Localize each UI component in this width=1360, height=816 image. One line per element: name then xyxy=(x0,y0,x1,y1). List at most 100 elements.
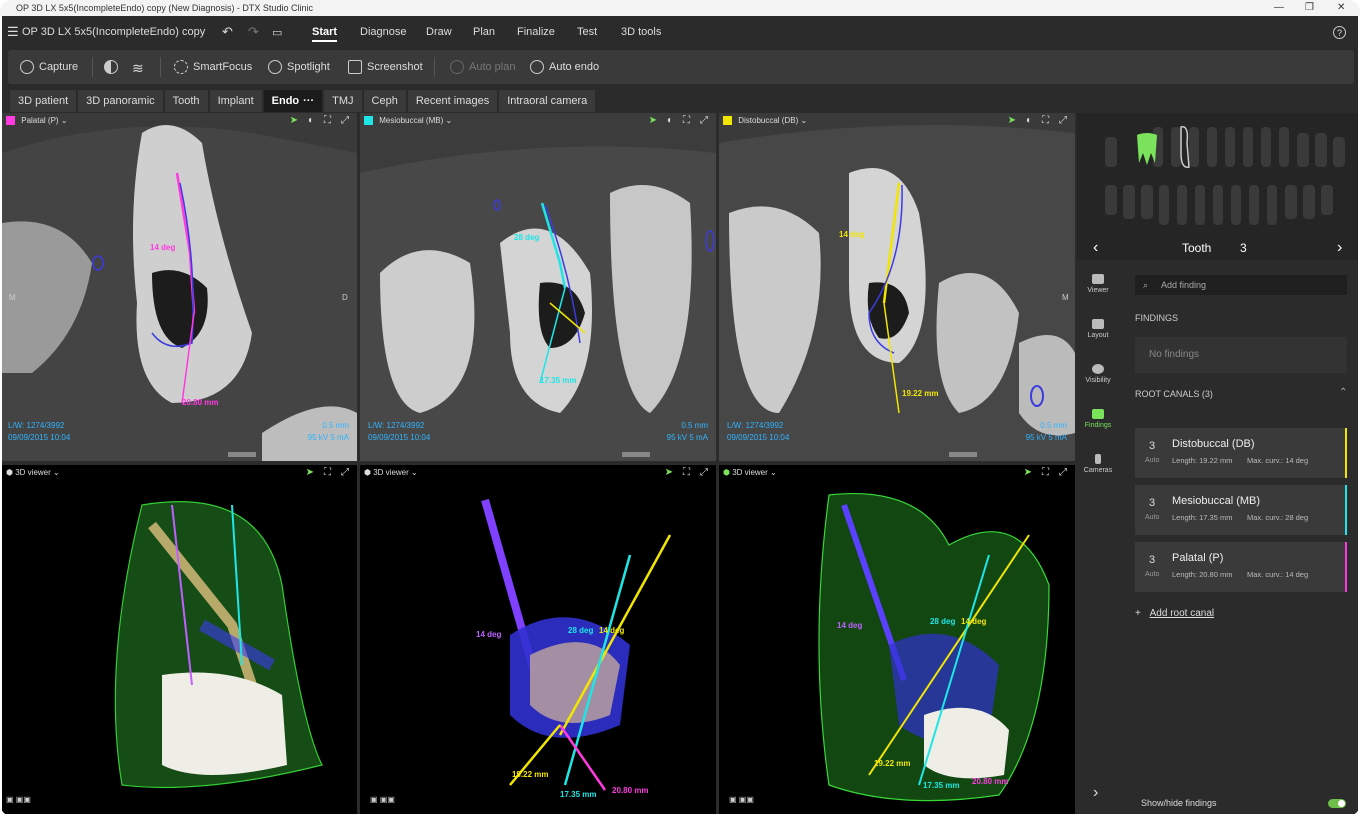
slice-viewport-palatal[interactable]: Palatal (P) ⌄ ➤ ◐ ⛶ ⤢ M D 14 deg 20.80 m… xyxy=(2,113,357,461)
auto-endo-button[interactable]: Auto endo xyxy=(530,60,599,74)
pointer-icon[interactable]: ➤ xyxy=(665,467,673,478)
undo-icon[interactable]: ↶ xyxy=(222,24,233,40)
screenshot-button[interactable]: Screenshot xyxy=(348,60,423,74)
viewer-title[interactable]: 3D viewer xyxy=(15,468,51,477)
close-icon[interactable]: ✕ xyxy=(1337,0,1345,16)
maximize-icon[interactable]: ⤢ xyxy=(1059,115,1067,126)
ct-slice-image xyxy=(360,113,716,461)
spotlight-button[interactable]: Spotlight xyxy=(268,60,330,74)
slice-viewport-mesiobuccal[interactable]: Mesiobuccal (MB) ⌄ ➤ ◐ ⛶ ⤢ 28 deg 17.35 … xyxy=(360,113,716,461)
canal-curvature: Max. curv.: 14 deg xyxy=(1247,570,1309,579)
maximize-icon[interactable]: ⤢ xyxy=(341,467,349,478)
tab-endo[interactable]: Endo xyxy=(263,90,302,112)
pointer-icon[interactable]: ➤ xyxy=(290,115,298,126)
next-tooth-icon[interactable]: › xyxy=(1337,239,1342,257)
3d-viewer-right[interactable]: ⬢ 3D viewer ⌄ ➤ ⛶ ⤢ 14 deg 28 deg 14 deg… xyxy=(719,465,1075,814)
view-orientation-icon[interactable]: ▣ ▣▣ xyxy=(6,795,31,804)
menu-draw[interactable]: Draw xyxy=(426,26,452,38)
layers-button[interactable]: ≋ xyxy=(132,60,144,77)
hamburger-menu-icon[interactable]: ☰ xyxy=(7,24,19,40)
fit-icon[interactable]: ⛶ xyxy=(1042,467,1049,478)
sidebar-item-layout[interactable]: Layout xyxy=(1077,319,1119,339)
help-icon[interactable]: ? xyxy=(1333,26,1346,39)
tooth-number: 3 xyxy=(1240,241,1247,255)
maximize-icon[interactable]: ⤢ xyxy=(700,115,708,126)
viewport-title[interactable]: Distobuccal (DB) xyxy=(738,116,798,125)
menu-plan[interactable]: Plan xyxy=(473,26,495,38)
fit-icon[interactable]: ⛶ xyxy=(324,467,331,478)
viewport-title[interactable]: Mesiobuccal (MB) xyxy=(379,116,443,125)
cube-icon: ⬢ xyxy=(364,468,371,477)
tab-ceph[interactable]: Ceph xyxy=(363,90,406,112)
menu-3d-tools[interactable]: 3D tools xyxy=(621,26,661,38)
pointer-icon[interactable]: ➤ xyxy=(306,467,314,478)
contrast-icon[interactable]: ◐ xyxy=(667,115,673,126)
viewer-title[interactable]: 3D viewer xyxy=(732,468,768,477)
expand-panel-icon[interactable]: › xyxy=(1093,784,1098,802)
3d-viewer-left[interactable]: ⬢ 3D viewer ⌄ ➤ ⛶ ⤢ ▣ ▣▣ xyxy=(2,465,357,814)
save-icon[interactable]: ▭ xyxy=(272,26,282,39)
fit-icon[interactable]: ⛶ xyxy=(683,115,690,126)
contrast-icon[interactable]: ◐ xyxy=(1026,115,1032,126)
menu-test[interactable]: Test xyxy=(577,26,597,38)
view-orientation-icon[interactable]: ▣ ▣▣ xyxy=(370,795,395,804)
sidebar-item-viewer[interactable]: Viewer xyxy=(1077,274,1119,294)
sidebar-item-findings[interactable]: Findings xyxy=(1077,409,1119,429)
root-canal-item-distobuccal[interactable]: 3 Auto Distobuccal (DB) Length: 19.22 mm… xyxy=(1135,428,1347,478)
sidebar-item-visibility[interactable]: Visibility xyxy=(1077,364,1119,384)
redo-icon[interactable]: ↷ xyxy=(248,24,259,40)
capture-button[interactable]: Capture xyxy=(20,60,78,74)
maximize-icon[interactable]: ⤢ xyxy=(341,115,349,126)
maximize-icon[interactable]: ⤢ xyxy=(700,467,708,478)
show-hide-findings-toggle[interactable] xyxy=(1328,799,1346,808)
menu-start[interactable]: Start xyxy=(312,26,338,42)
slice-scroll-thumb[interactable] xyxy=(228,452,256,457)
resolution-label: 0.5 mm xyxy=(681,421,708,430)
slice-scroll-thumb[interactable] xyxy=(622,452,650,457)
slice-scroll-thumb[interactable] xyxy=(949,452,977,457)
fit-icon[interactable]: ⛶ xyxy=(683,467,690,478)
tab-implant[interactable]: Implant xyxy=(209,90,262,112)
pointer-icon[interactable]: ➤ xyxy=(1024,467,1032,478)
tab-intraoral-camera[interactable]: Intraoral camera xyxy=(499,90,596,112)
fit-icon[interactable]: ⛶ xyxy=(324,115,331,126)
fit-icon[interactable]: ⛶ xyxy=(1042,115,1049,126)
maximize-icon[interactable]: ⤢ xyxy=(1059,467,1067,478)
root-canals-heading[interactable]: ROOT CANALS (3) xyxy=(1135,389,1213,399)
auto-plan-icon xyxy=(450,60,464,74)
canal-length: Length: 19.22 mm xyxy=(1172,456,1233,465)
minimize-icon[interactable]: — xyxy=(1274,0,1284,16)
canal-color-stripe xyxy=(1345,428,1347,478)
tab-3d-patient[interactable]: 3D patient xyxy=(10,90,77,112)
tab-recent-images[interactable]: Recent images xyxy=(407,90,498,112)
root-canal-item-mesiobuccal[interactable]: 3 Auto Mesiobuccal (MB) Length: 17.35 mm… xyxy=(1135,485,1347,535)
slice-viewport-distobuccal[interactable]: Distobuccal (DB) ⌄ ➤ ◐ ⛶ ⤢ M 14 deg 19.2… xyxy=(719,113,1075,461)
date-label: 09/09/2015 10:04 xyxy=(8,433,71,442)
viewport-title[interactable]: Palatal (P) xyxy=(21,116,58,125)
3d-render xyxy=(114,501,323,789)
viewer-title[interactable]: 3D viewer xyxy=(373,468,409,477)
pointer-icon[interactable]: ➤ xyxy=(649,115,657,126)
tab-tmj[interactable]: TMJ xyxy=(324,90,362,112)
tab-3d-panoramic[interactable]: 3D panoramic xyxy=(78,90,163,112)
menu-finalize[interactable]: Finalize xyxy=(517,26,555,38)
contrast-icon[interactable]: ◐ xyxy=(308,115,314,126)
tab-endo-more[interactable]: ··· xyxy=(301,90,323,112)
3d-viewer-middle[interactable]: ⬢ 3D viewer ⌄ ➤ ⛶ ⤢ 14 deg 28 deg 14 deg… xyxy=(360,465,716,814)
restore-icon[interactable]: ❐ xyxy=(1305,0,1314,16)
collapse-icon[interactable]: ⌃ xyxy=(1339,387,1347,398)
tab-tooth[interactable]: Tooth xyxy=(164,90,208,112)
view-orientation-icon[interactable]: ▣ ▣▣ xyxy=(729,795,754,804)
auto-plan-button[interactable]: Auto plan xyxy=(450,60,515,74)
sidebar-item-label: Visibility xyxy=(1085,377,1111,384)
root-canal-item-palatal[interactable]: 3 Auto Palatal (P) Length: 20.80 mm Max.… xyxy=(1135,542,1347,592)
sidebar-item-cameras[interactable]: Cameras xyxy=(1077,454,1119,474)
smartfocus-button[interactable]: SmartFocus xyxy=(174,60,252,74)
previous-tooth-icon[interactable]: ‹ xyxy=(1093,239,1098,257)
add-root-canal-button[interactable]: + Add root canal xyxy=(1135,608,1214,619)
menu-diagnose[interactable]: Diagnose xyxy=(360,26,406,38)
canal-curvature: Max. curv.: 28 deg xyxy=(1247,513,1309,522)
contrast-button[interactable] xyxy=(104,60,118,74)
pointer-icon[interactable]: ➤ xyxy=(1008,115,1016,126)
add-finding-input[interactable]: ⌕ Add finding xyxy=(1135,275,1347,295)
